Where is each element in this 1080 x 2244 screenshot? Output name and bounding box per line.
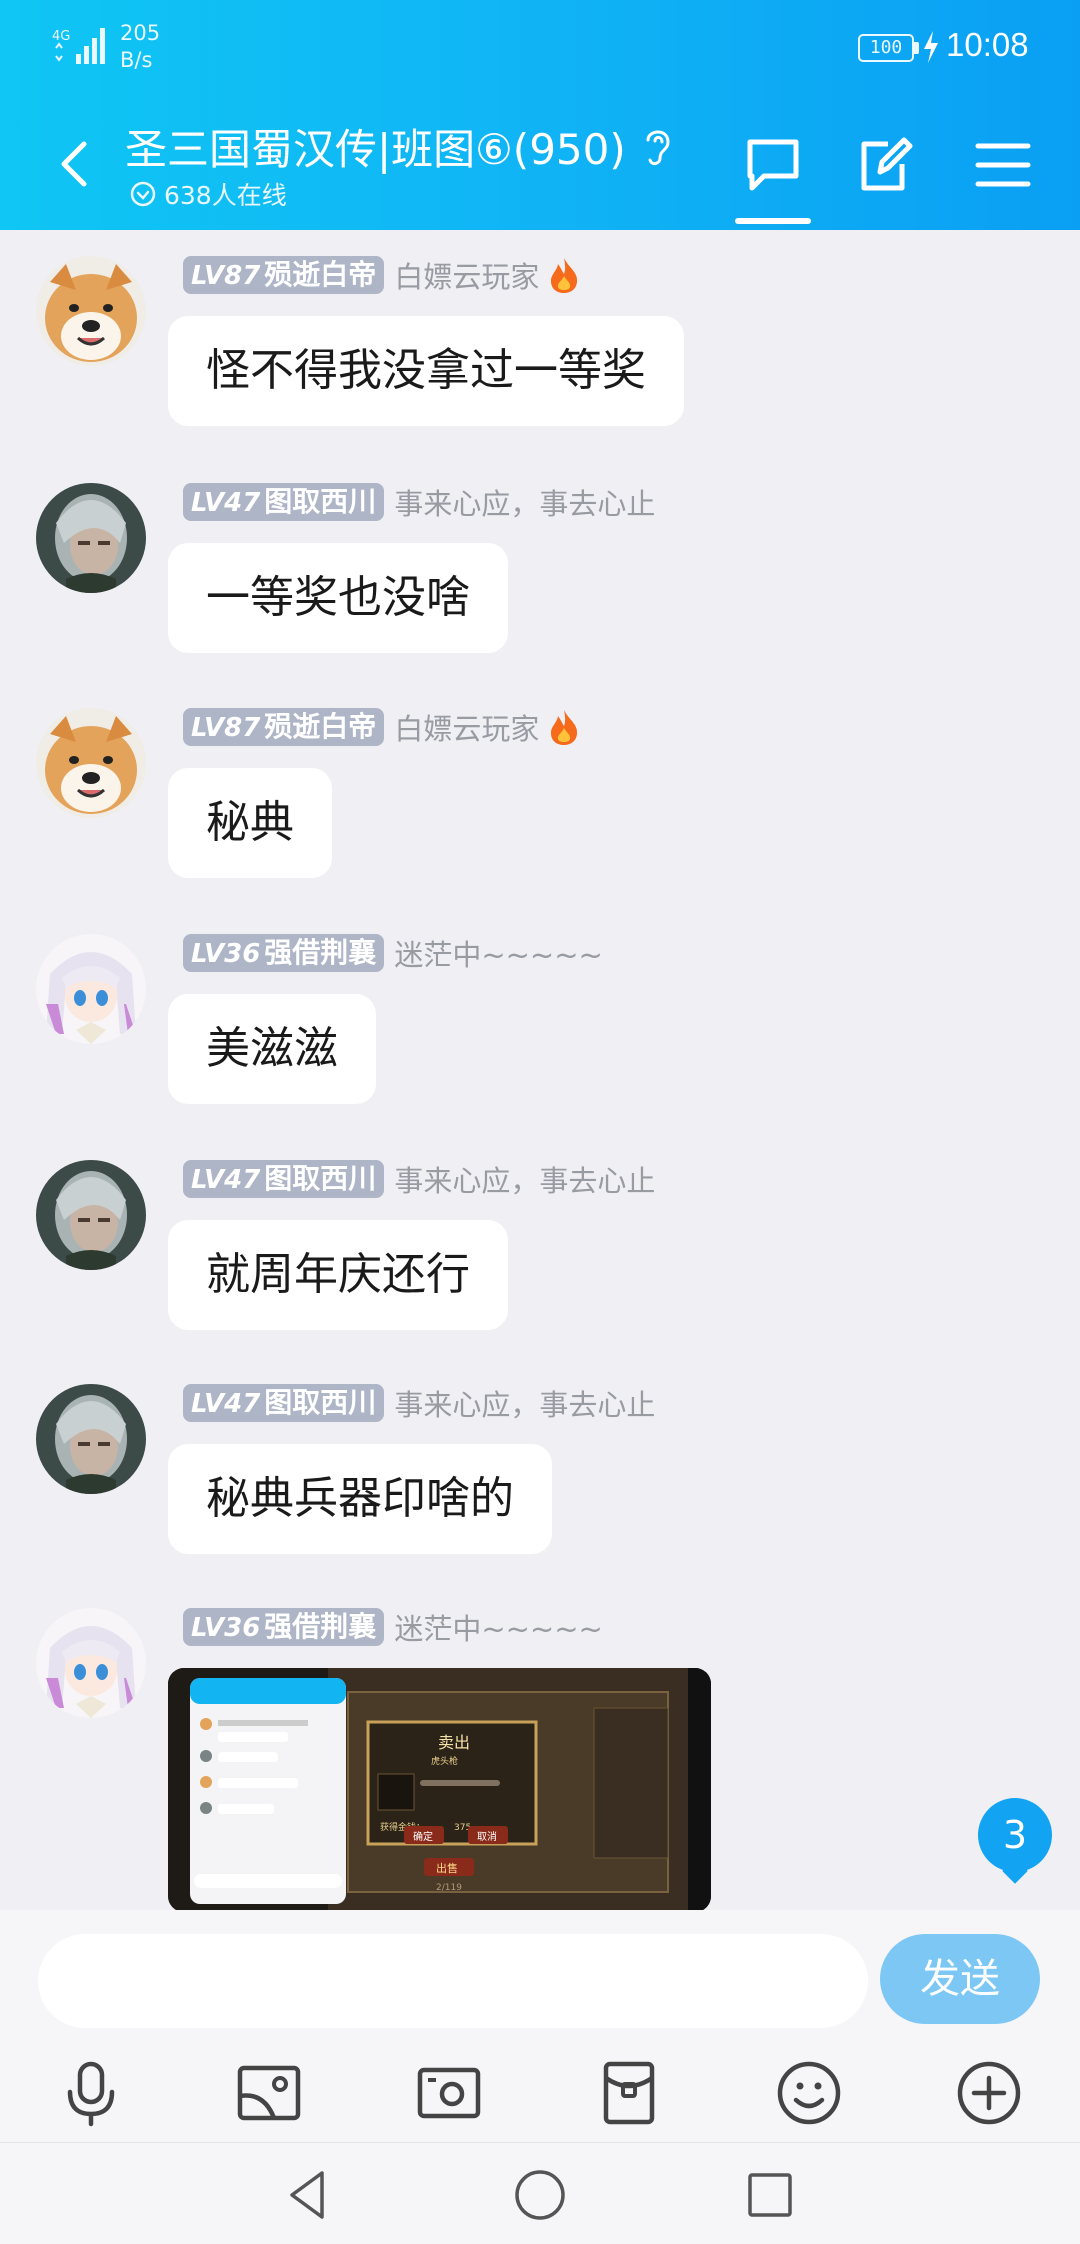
message-bubble[interactable]: 秘典兵器印啥的 bbox=[168, 1444, 552, 1554]
fire-icon bbox=[551, 258, 578, 293]
send-button[interactable]: 发送 bbox=[880, 1934, 1040, 2024]
level-badge: LV47 图取西川 bbox=[183, 1384, 385, 1422]
member-title: 事来心应，事去心止 bbox=[394, 487, 656, 521]
level-badge: LV87 殒逝白帝 bbox=[183, 708, 385, 746]
chat-icon bbox=[747, 139, 799, 191]
message-bubble[interactable]: 秘典 bbox=[168, 768, 332, 878]
more-button[interactable] bbox=[954, 2058, 1024, 2128]
svg-text:卖出: 卖出 bbox=[438, 1733, 470, 1752]
online-check-icon bbox=[130, 181, 156, 207]
image-button[interactable] bbox=[234, 2058, 304, 2128]
member-title: 事来心应，事去心止 bbox=[394, 1388, 656, 1422]
silver-hair-avatar-icon bbox=[36, 483, 146, 593]
sender-meta: LV47 图取西川 事来心应，事去心止 bbox=[183, 1160, 655, 1198]
recents-square-icon bbox=[748, 2173, 792, 2217]
svg-text:2/119: 2/119 bbox=[436, 1883, 462, 1893]
nav-home-button[interactable] bbox=[512, 2167, 568, 2223]
image-message[interactable]: 卖出 虎头枪 获得金钱： 375 确定 取消 出售 2/119 bbox=[168, 1668, 711, 1912]
anime-girl-avatar-icon bbox=[36, 1608, 146, 1718]
message-input[interactable] bbox=[38, 1934, 868, 2028]
sender-meta: LV87 殒逝白帝 白嫖云玩家 bbox=[183, 708, 581, 746]
level-badge: LV87 殒逝白帝 bbox=[183, 256, 385, 294]
fire-icon bbox=[551, 710, 578, 745]
sender-meta: LV87 殒逝白帝 白嫖云玩家 bbox=[183, 256, 581, 294]
silver-hair-avatar-icon bbox=[36, 1160, 146, 1270]
sender-meta: LV36 强借荆襄 迷茫中~~~~~ bbox=[183, 934, 603, 972]
avatar[interactable] bbox=[36, 256, 146, 366]
avatar[interactable] bbox=[36, 483, 146, 593]
home-circle-icon bbox=[515, 2170, 565, 2220]
nav-back-button[interactable] bbox=[282, 2167, 338, 2223]
chat-tab-button[interactable] bbox=[742, 134, 804, 196]
message-bubble[interactable]: 怪不得我没拿过一等奖 bbox=[168, 316, 684, 426]
silver-hair-avatar-icon bbox=[36, 1384, 146, 1494]
sender-meta: LV36 强借荆襄 迷茫中~~~~~ bbox=[183, 1608, 603, 1646]
member-title: 事来心应，事去心止 bbox=[394, 1164, 656, 1198]
edit-button[interactable] bbox=[854, 134, 916, 196]
avatar[interactable] bbox=[36, 708, 146, 818]
system-nav-bar bbox=[0, 2142, 1080, 2244]
menu-icon bbox=[975, 143, 1031, 187]
back-arrow-icon[interactable] bbox=[54, 138, 94, 190]
chat-header: 4G 205 B/s 100 10:08 圣三国蜀汉传|班图⑥(950) 638… bbox=[0, 0, 1080, 230]
voice-button[interactable] bbox=[56, 2058, 126, 2128]
battery-tip bbox=[914, 42, 919, 54]
svg-text:虎头枪: 虎头枪 bbox=[431, 1755, 458, 1767]
red-packet-icon bbox=[603, 2061, 655, 2125]
avatar[interactable] bbox=[36, 1608, 146, 1718]
plus-icon bbox=[957, 2061, 1021, 2125]
message-bubble[interactable]: 美滋滋 bbox=[168, 994, 376, 1104]
red-packet-button[interactable] bbox=[594, 2058, 664, 2128]
battery-indicator: 100 bbox=[858, 34, 914, 62]
anime-girl-avatar-icon bbox=[36, 934, 146, 1044]
input-area: 发送 bbox=[0, 1910, 1080, 2142]
image-icon bbox=[237, 2065, 301, 2121]
avatar[interactable] bbox=[36, 934, 146, 1044]
svg-text:4G: 4G bbox=[52, 29, 70, 44]
ear-icon[interactable] bbox=[640, 124, 674, 168]
active-tab-indicator bbox=[735, 218, 811, 224]
svg-text:确定: 确定 bbox=[413, 1830, 433, 1843]
level-badge: LV36 强借荆襄 bbox=[183, 934, 385, 972]
shiba-avatar-icon bbox=[36, 256, 146, 366]
online-count: 638人在线 bbox=[164, 181, 287, 210]
level-badge: LV47 图取西川 bbox=[183, 1160, 385, 1198]
signal-icon: 4G bbox=[52, 28, 105, 64]
member-title: 迷茫中~~~~~ bbox=[394, 938, 603, 972]
member-title: 白嫖云玩家 bbox=[394, 712, 540, 746]
message-bubble[interactable]: 一等奖也没啥 bbox=[168, 543, 508, 653]
camera-icon bbox=[417, 2067, 481, 2119]
sender-meta: LV47 图取西川 事来心应，事去心止 bbox=[183, 1384, 655, 1422]
member-title: 白嫖云玩家 bbox=[394, 260, 540, 294]
svg-text:取消: 取消 bbox=[477, 1830, 497, 1843]
game-screenshot-thumbnail: 卖出 虎头枪 获得金钱： 375 确定 取消 出售 2/119 bbox=[168, 1668, 711, 1912]
message-bubble[interactable]: 就周年庆还行 bbox=[168, 1220, 508, 1330]
status-bar: 4G 205 B/s 100 10:08 bbox=[0, 0, 1080, 100]
group-title[interactable]: 圣三国蜀汉传|班图⑥(950) bbox=[125, 116, 626, 177]
level-badge: LV47 图取西川 bbox=[183, 483, 385, 521]
nav-recents-button[interactable] bbox=[742, 2167, 798, 2223]
network-speed: 205 B/s bbox=[120, 21, 161, 72]
microphone-icon bbox=[67, 2061, 115, 2127]
input-toolbar bbox=[0, 2048, 1080, 2142]
avatar[interactable] bbox=[36, 1384, 146, 1494]
back-triangle-icon bbox=[290, 2171, 324, 2219]
member-title: 迷茫中~~~~~ bbox=[394, 1612, 603, 1646]
online-status: 638人在线 bbox=[130, 176, 287, 212]
sender-meta: LV47 图取西川 事来心应，事去心止 bbox=[183, 483, 655, 521]
svg-text:出售: 出售 bbox=[436, 1861, 458, 1875]
emoji-icon bbox=[777, 2061, 841, 2125]
emoji-button[interactable] bbox=[774, 2058, 844, 2128]
edit-icon bbox=[861, 137, 913, 191]
menu-button[interactable] bbox=[972, 134, 1034, 196]
avatar[interactable] bbox=[36, 1160, 146, 1270]
level-badge: LV36 强借荆襄 bbox=[183, 1608, 385, 1646]
clock: 10:08 bbox=[946, 26, 1029, 63]
camera-button[interactable] bbox=[414, 2058, 484, 2128]
charging-icon bbox=[924, 31, 938, 63]
shiba-avatar-icon bbox=[36, 708, 146, 818]
